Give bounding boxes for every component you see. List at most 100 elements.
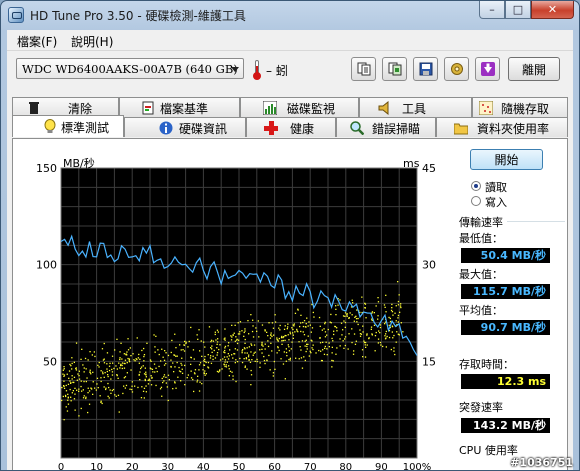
access-time-point — [210, 347, 212, 349]
access-time-point — [238, 339, 240, 341]
y-tick-label-left: 100 — [36, 259, 57, 272]
access-time-point — [224, 347, 226, 349]
access-time-point — [336, 330, 338, 332]
menu-help[interactable]: 說明(H) — [71, 33, 113, 50]
access-time-point — [313, 316, 315, 318]
access-time-point — [118, 362, 120, 364]
access-time-point — [106, 352, 109, 354]
access-time-point — [301, 340, 304, 342]
access-time-point — [188, 340, 190, 343]
access-time-point — [228, 368, 230, 370]
copy-text-button[interactable] — [351, 57, 376, 81]
close-button[interactable]: ✕ — [531, 1, 574, 19]
download-button[interactable] — [475, 57, 500, 81]
access-time-point — [71, 378, 73, 380]
access-time-point — [270, 332, 272, 334]
benchmark-chart: MB/秒 ms150100504530150 10 20 30 40 50 60 70 80 90 1… — [36, 156, 436, 470]
access-time-point — [250, 369, 252, 372]
access-time-point — [151, 376, 153, 379]
y-tick-label-right: 30 — [422, 259, 436, 272]
access-time-point — [390, 309, 393, 312]
access-time-point — [131, 391, 134, 393]
access-time-point — [309, 324, 311, 326]
access-time-point — [139, 379, 141, 381]
tab-health[interactable]: 健康 — [246, 117, 336, 137]
access-time-point — [356, 321, 358, 323]
access-time-point — [330, 322, 332, 324]
tab-random-access[interactable]: 隨機存取 — [472, 97, 568, 117]
access-time-point — [109, 389, 111, 391]
access-time-point — [181, 357, 183, 359]
tab-error-scan[interactable]: 錯誤掃瞄 — [336, 117, 436, 137]
drive-select[interactable]: WDC WD6400AAKS-00A7B (640 GB) — [16, 58, 244, 79]
access-time-point — [273, 360, 275, 363]
options-icon — [450, 63, 463, 75]
access-time-point — [394, 312, 396, 314]
access-time-point — [184, 364, 186, 367]
access-time-point — [172, 362, 174, 364]
access-time-point — [289, 357, 291, 359]
tab-info[interactable]: 硬碟資訊 — [124, 117, 246, 137]
exit-button[interactable]: 離開 — [508, 57, 560, 81]
access-time-point — [63, 366, 65, 368]
access-time-point — [264, 348, 266, 350]
access-time-point — [126, 351, 128, 353]
access-time-point — [304, 345, 306, 347]
info-icon — [159, 121, 173, 135]
access-time-point — [224, 359, 227, 361]
access-time-point — [175, 387, 177, 389]
tab-benchmark[interactable]: 標準測試 — [12, 115, 124, 137]
maximize-button[interactable]: □ — [505, 1, 531, 19]
access-time-point — [180, 349, 182, 351]
access-time-point — [335, 353, 337, 355]
menu-file[interactable]: 檔案(F) — [17, 33, 57, 50]
write-radio[interactable] — [471, 196, 481, 206]
access-time-point — [63, 375, 65, 377]
access-time-point — [174, 333, 176, 335]
start-button[interactable]: 開始 — [470, 149, 543, 170]
options-button[interactable] — [444, 57, 469, 81]
access-time-point — [218, 348, 220, 351]
access-time-point — [81, 348, 83, 350]
access-time-point — [306, 317, 308, 319]
access-time-point — [252, 325, 254, 327]
access-time-point — [274, 314, 276, 316]
access-time-point — [393, 350, 395, 352]
access-time-point — [351, 328, 353, 330]
access-time-point — [351, 341, 353, 344]
access-time-point — [229, 370, 232, 372]
access-time-point — [307, 343, 309, 345]
access-time-point — [68, 377, 70, 379]
access-time-point — [328, 346, 330, 348]
access-time-point — [196, 334, 198, 336]
access-time-point — [284, 378, 286, 380]
minimize-button[interactable]: – — [479, 1, 505, 19]
read-radio[interactable] — [471, 181, 481, 191]
access-time-point — [236, 361, 239, 363]
tab-erase[interactable]: 清除 — [12, 97, 119, 117]
access-time-point — [312, 344, 314, 346]
tab-folder-usage[interactable]: 資料夾使用率 — [436, 117, 568, 137]
tab-file-benchmark[interactable]: 檔案基準 — [119, 97, 240, 117]
access-time-point — [394, 353, 396, 356]
access-time-point — [66, 410, 69, 412]
access-time-point — [101, 348, 104, 350]
access-time-point — [111, 368, 113, 371]
access-time-point — [146, 342, 148, 344]
title-bar[interactable]: HD Tune Pro 3.50 - 硬碟檢測-維護工具 – □ ✕ — [1, 1, 579, 30]
access-time-point — [261, 324, 264, 326]
access-time-point — [298, 341, 300, 343]
access-time-point — [392, 314, 394, 316]
access-time-label: 存取時間： — [459, 358, 514, 371]
copy-screen-button[interactable] — [382, 57, 407, 81]
tab-disk-monitor[interactable]: 磁碟監視 — [240, 97, 359, 117]
save-button[interactable] — [413, 57, 438, 81]
access-time-point — [309, 350, 311, 352]
access-time-point — [116, 374, 118, 376]
tab-tools[interactable]: 工具 — [359, 97, 472, 117]
tab-file-benchmark-label: 檔案基準 — [160, 102, 209, 116]
access-time-point — [162, 381, 164, 384]
access-time-point — [307, 335, 309, 337]
access-time-point — [225, 366, 228, 368]
access-time-point — [193, 390, 195, 393]
